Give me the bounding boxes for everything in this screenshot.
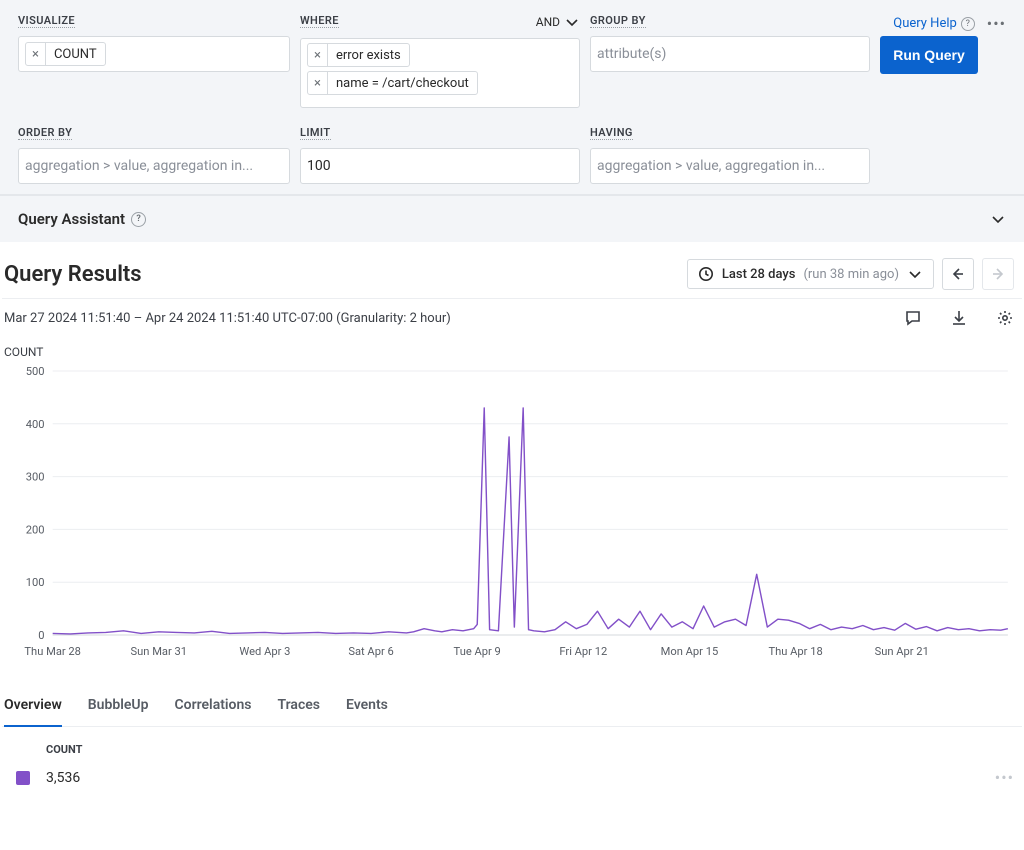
count-value: 3,536	[46, 770, 80, 786]
tab-traces[interactable]: Traces	[278, 685, 320, 726]
and-label: AND	[536, 15, 560, 29]
more-menu-icon[interactable]: •••	[987, 14, 1006, 33]
download-icon	[950, 309, 968, 327]
where-field[interactable]: × error exists × name = /cart/checkout	[300, 38, 580, 108]
orderby-placeholder: aggregation > value, aggregation in...	[25, 158, 253, 174]
svg-text:0: 0	[38, 629, 44, 642]
settings-button[interactable]	[996, 309, 1014, 327]
clock-icon	[698, 266, 714, 282]
results-meta: Mar 27 2024 11:51:40 – Apr 24 2024 11:51…	[4, 311, 451, 326]
results-header: Query Results Last 28 days (run 38 min a…	[2, 258, 1022, 299]
query-builder: Query Help ? ••• VISUALIZE × COUNT WHERE…	[0, 0, 1024, 195]
svg-text:Sun Apr 21: Sun Apr 21	[875, 645, 929, 658]
orderby-label: ORDER BY	[18, 126, 72, 140]
svg-text:Thu Mar 28: Thu Mar 28	[24, 645, 81, 658]
having-section: HAVING aggregation > value, aggregation …	[590, 126, 870, 184]
results-title: Query Results	[4, 262, 142, 287]
nav-back-button[interactable]	[942, 258, 974, 290]
svg-text:Sat Apr 6: Sat Apr 6	[348, 645, 393, 658]
svg-text:Wed Apr 3: Wed Apr 3	[239, 645, 290, 658]
chevron-down-icon	[990, 211, 1006, 227]
results-table: COUNT 3,536 •••	[2, 727, 1022, 793]
query-assistant-title: Query Assistant	[18, 210, 125, 228]
where-label: WHERE	[300, 14, 339, 28]
arrow-right-icon	[990, 266, 1006, 282]
count-chart[interactable]: 0 100 200 300 400 500 Thu Mar 28 Sun Mar 31 Wed …	[4, 365, 1018, 665]
table-row[interactable]: 3,536 •••	[2, 762, 1022, 793]
time-sub: (run 38 min ago)	[803, 267, 899, 282]
results-tabs: Overview BubbleUp Correlations Traces Ev…	[2, 685, 1022, 727]
orderby-section: ORDER BY aggregation > value, aggregatio…	[18, 126, 290, 184]
chart-area: COUNT 0 100 200 300 400 500 Thu Mar 28 Sun Mar …	[2, 345, 1022, 665]
run-query-button[interactable]: Run Query	[880, 36, 978, 74]
table-header-count: COUNT	[2, 737, 1022, 762]
having-field[interactable]: aggregation > value, aggregation in...	[590, 148, 870, 184]
limit-section: LIMIT 100	[300, 126, 580, 184]
nav-forward-button[interactable]	[982, 258, 1014, 290]
series-swatch	[16, 771, 30, 785]
limit-value: 100	[307, 158, 331, 174]
groupby-label: GROUP BY	[590, 14, 646, 28]
svg-text:400: 400	[26, 418, 45, 431]
time-main: Last 28 days	[722, 267, 796, 282]
remove-chip-icon[interactable]: ×	[308, 72, 328, 94]
tab-bubbleup[interactable]: BubbleUp	[88, 685, 149, 726]
visualize-section: VISUALIZE × COUNT	[18, 14, 290, 72]
row-actions-icon[interactable]: •••	[995, 768, 1014, 787]
results-section: Query Results Last 28 days (run 38 min a…	[0, 242, 1024, 793]
where-operator[interactable]: AND	[536, 14, 580, 30]
gear-icon	[996, 309, 1014, 327]
svg-text:200: 200	[26, 523, 45, 536]
query-assistant-bar[interactable]: Query Assistant ?	[0, 195, 1024, 242]
time-range-picker[interactable]: Last 28 days (run 38 min ago)	[687, 259, 934, 289]
groupby-field[interactable]: attribute(s)	[590, 36, 870, 72]
svg-text:100: 100	[26, 576, 45, 589]
limit-label: LIMIT	[300, 126, 331, 140]
svg-text:Fri Apr 12: Fri Apr 12	[559, 645, 607, 658]
svg-text:500: 500	[26, 365, 45, 378]
tab-overview[interactable]: Overview	[4, 685, 62, 727]
orderby-field[interactable]: aggregation > value, aggregation in...	[18, 148, 290, 184]
chevron-down-icon	[564, 14, 580, 30]
comment-icon	[904, 309, 922, 327]
query-help-label: Query Help	[893, 16, 957, 31]
tab-correlations[interactable]: Correlations	[175, 685, 252, 726]
having-placeholder: aggregation > value, aggregation in...	[597, 158, 825, 174]
svg-text:300: 300	[26, 471, 45, 484]
visualize-field[interactable]: × COUNT	[18, 36, 290, 72]
visualize-chip-label: COUNT	[46, 47, 105, 62]
where-chip-label: error exists	[328, 48, 409, 63]
download-button[interactable]	[950, 309, 968, 327]
builder-top-links: Query Help ? •••	[893, 14, 1006, 33]
comment-button[interactable]	[904, 309, 922, 327]
tab-events[interactable]: Events	[346, 685, 388, 726]
query-help-link[interactable]: Query Help ?	[893, 16, 975, 31]
help-icon: ?	[131, 212, 146, 227]
where-chip-label: name = /cart/checkout	[328, 76, 477, 91]
chevron-down-icon	[907, 266, 923, 282]
where-section: WHERE AND × error exists × name = /cart/…	[300, 14, 580, 108]
svg-text:Mon Apr 15: Mon Apr 15	[661, 645, 719, 658]
limit-field[interactable]: 100	[300, 148, 580, 184]
having-label: HAVING	[590, 126, 633, 140]
visualize-label: VISUALIZE	[18, 14, 75, 28]
arrow-left-icon	[950, 266, 966, 282]
groupby-section: GROUP BY attribute(s)	[590, 14, 870, 72]
svg-text:Sun Mar 31: Sun Mar 31	[131, 645, 188, 658]
help-icon: ?	[961, 17, 975, 31]
results-meta-row: Mar 27 2024 11:51:40 – Apr 24 2024 11:51…	[2, 299, 1022, 339]
where-chip: × error exists	[307, 43, 410, 67]
chart-title: COUNT	[4, 345, 1018, 359]
remove-chip-icon[interactable]: ×	[26, 43, 46, 65]
svg-text:Tue Apr 9: Tue Apr 9	[454, 645, 501, 658]
svg-text:Thu Apr 18: Thu Apr 18	[768, 645, 822, 658]
groupby-placeholder: attribute(s)	[597, 46, 666, 62]
where-chip: × name = /cart/checkout	[307, 71, 478, 95]
visualize-chip: × COUNT	[25, 42, 106, 66]
remove-chip-icon[interactable]: ×	[308, 44, 328, 66]
